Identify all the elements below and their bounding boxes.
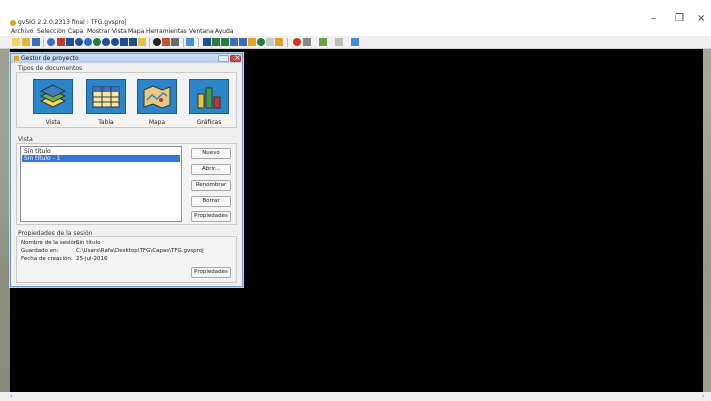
toolbar-separator bbox=[183, 38, 184, 47]
doc-types-group: Vista Tabla Mapa Gráficas bbox=[16, 72, 237, 128]
project-manager-title: Gestor de proyecto bbox=[21, 55, 79, 62]
filter-icon[interactable] bbox=[239, 38, 247, 46]
edit-tools-icon[interactable] bbox=[275, 38, 283, 46]
properties-button[interactable]: Propiedades bbox=[191, 211, 231, 222]
grid-icon[interactable] bbox=[266, 38, 274, 46]
measure-icon[interactable] bbox=[153, 38, 161, 46]
select-buffer-icon[interactable] bbox=[221, 38, 229, 46]
edit-icon[interactable] bbox=[162, 38, 170, 46]
session-name-value: Sin título bbox=[76, 240, 101, 246]
info-icon[interactable] bbox=[47, 38, 55, 46]
select-poly-icon[interactable] bbox=[203, 38, 211, 46]
charts-icon bbox=[197, 87, 221, 108]
zoom-select-icon[interactable] bbox=[111, 38, 119, 46]
menu-archivo[interactable]: Archivo bbox=[11, 28, 33, 35]
clear-selection-icon[interactable] bbox=[57, 38, 65, 46]
doc-type-view-button[interactable] bbox=[33, 79, 73, 114]
minimize-button[interactable]: – bbox=[651, 14, 656, 24]
open-icon[interactable] bbox=[22, 38, 30, 46]
gvsig-app-icon bbox=[10, 20, 16, 26]
app-title-bar: gvSIG 2.2.0.2313 final : TFG.gvsproj – ❐… bbox=[0, 0, 711, 27]
select-rect-icon[interactable] bbox=[186, 38, 194, 46]
menu-seleccion[interactable]: Selección bbox=[37, 28, 66, 35]
hyperlink-icon[interactable] bbox=[248, 38, 256, 46]
session-properties-group: Nombre de la sesión: Sin título Guardado… bbox=[16, 236, 237, 283]
menu-capa[interactable]: Capa bbox=[68, 28, 83, 35]
session-properties-button[interactable]: Propiedades bbox=[191, 267, 231, 278]
list-item[interactable]: Sin título bbox=[22, 148, 180, 155]
menu-ventana[interactable]: Ventana bbox=[189, 28, 214, 35]
session-saved-row: Guardado en: C:\Users\Rafa\Desktop\TFG\C… bbox=[21, 248, 231, 255]
menu-herramientas[interactable]: Herramientas bbox=[146, 28, 187, 35]
session-date-value: 25-jul-2016 bbox=[76, 256, 108, 262]
pan-icon[interactable] bbox=[120, 38, 128, 46]
plugin-icon[interactable] bbox=[319, 38, 327, 46]
toolbar-separator bbox=[287, 38, 288, 47]
open-button[interactable]: Abrir... bbox=[191, 164, 231, 175]
doc-type-map-button[interactable] bbox=[137, 79, 177, 114]
restore-button[interactable]: ❐ bbox=[675, 14, 684, 24]
close-button[interactable]: × bbox=[697, 14, 705, 24]
session-saved-key: Guardado en: bbox=[21, 248, 59, 254]
console-icon[interactable] bbox=[351, 38, 359, 46]
locator-icon[interactable] bbox=[257, 38, 265, 46]
doc-type-charts-button[interactable] bbox=[189, 79, 229, 114]
main-toolbar bbox=[0, 36, 711, 49]
window-minimize-button[interactable] bbox=[218, 55, 229, 62]
zoom-in-icon[interactable] bbox=[66, 38, 74, 46]
table-icon bbox=[92, 86, 120, 107]
menu-mostrar[interactable]: Mostrar bbox=[87, 28, 110, 35]
project-manager-window: Gestor de proyecto Tipos de documentos bbox=[10, 53, 243, 287]
session-name-key: Nombre de la sesión: bbox=[21, 240, 80, 246]
select-attribute-icon[interactable] bbox=[230, 38, 238, 46]
window-close-button[interactable] bbox=[230, 53, 241, 62]
doc-type-table-label: Tabla bbox=[98, 119, 114, 126]
doc-type-table-button[interactable] bbox=[86, 79, 126, 114]
project-manager-title-bar[interactable]: Gestor de proyecto bbox=[11, 53, 242, 63]
tools-icon[interactable] bbox=[303, 38, 311, 46]
toolbar-separator bbox=[149, 38, 150, 47]
zoom-all-icon[interactable] bbox=[93, 38, 101, 46]
session-date-key: Fecha de creación: bbox=[21, 256, 73, 262]
query-icon[interactable] bbox=[138, 38, 146, 46]
session-saved-value: C:\Users\Rafa\Desktop\TFG\Capas\TFG.gvsp… bbox=[76, 248, 204, 254]
toolbar-separator bbox=[43, 38, 44, 47]
menu-vista[interactable]: Vista bbox=[112, 28, 127, 35]
zoom-out-icon[interactable] bbox=[75, 38, 83, 46]
view-list-label: Vista bbox=[18, 136, 33, 143]
session-name-row: Nombre de la sesión: Sin título bbox=[21, 240, 231, 247]
select-circle-icon[interactable] bbox=[212, 38, 220, 46]
delete-button[interactable]: Borrar bbox=[191, 196, 231, 207]
session-date-row: Fecha de creación: 25-jul-2016 bbox=[21, 256, 231, 263]
doc-type-map-label: Mapa bbox=[148, 119, 166, 126]
gvsig-window-icon bbox=[14, 56, 19, 61]
view-layers-icon bbox=[39, 83, 67, 108]
doc-type-charts-label: Gráficas bbox=[196, 119, 222, 126]
select-icon[interactable] bbox=[129, 38, 137, 46]
add-layer-icon[interactable] bbox=[171, 38, 179, 46]
zoom-previous-icon[interactable] bbox=[102, 38, 110, 46]
disabled-tool-icon[interactable] bbox=[335, 38, 343, 46]
scroll-left-icon[interactable]: ‹ bbox=[10, 393, 12, 400]
menu-ayuda[interactable]: Ayuda bbox=[215, 28, 234, 35]
rename-button[interactable]: Renombrar bbox=[191, 180, 231, 191]
map-icon bbox=[143, 84, 171, 109]
stop-icon[interactable] bbox=[293, 38, 301, 46]
horizontal-scrollbar[interactable]: ‹ › bbox=[0, 392, 711, 401]
zoom-layer-icon[interactable] bbox=[84, 38, 92, 46]
view-list-group: Sin título Sin título - 1 Nuevo Abrir...… bbox=[16, 143, 237, 225]
doc-types-label: Tipos de documentos bbox=[18, 65, 83, 72]
window-title: gvSIG 2.2.0.2313 final : TFG.gvsproj bbox=[18, 19, 127, 26]
list-item-selected[interactable]: Sin título - 1 bbox=[22, 155, 180, 162]
new-project-icon[interactable] bbox=[12, 38, 20, 46]
menu-mapa[interactable]: Mapa bbox=[128, 28, 144, 35]
toolbar-separator bbox=[198, 38, 199, 47]
scroll-right-icon[interactable]: › bbox=[702, 393, 704, 400]
document-list[interactable]: Sin título Sin título - 1 bbox=[20, 146, 182, 222]
new-button[interactable]: Nuevo bbox=[191, 148, 231, 159]
doc-type-view-label: Vista bbox=[45, 119, 61, 126]
menu-bar: Archivo Selección Capa Mostrar Vista Map… bbox=[0, 27, 711, 36]
save-icon[interactable] bbox=[32, 38, 40, 46]
